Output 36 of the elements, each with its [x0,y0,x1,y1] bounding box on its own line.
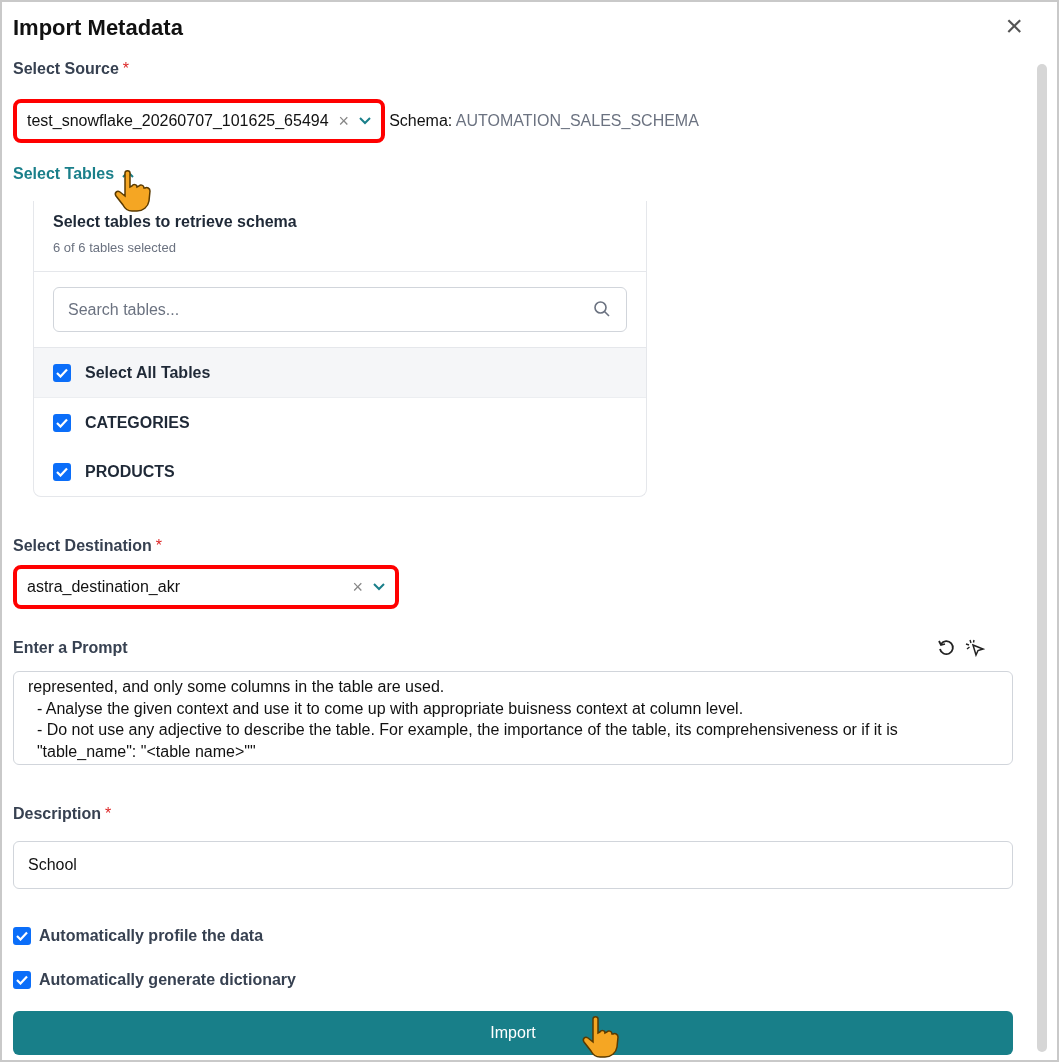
selection-count: 6 of 6 tables selected [53,240,177,255]
select-all-label[interactable]: Select All Tables [85,363,211,382]
destination-select[interactable]: astra_destination_akr × [13,565,399,609]
search-icon [593,300,611,318]
dialog-title: Import Metadata [13,15,183,41]
checkbox[interactable] [53,462,71,481]
chevron-down-icon[interactable] [359,117,372,125]
checkbox[interactable] [13,971,31,989]
schema-text: Schema: AUTOMATION_SALES_SCHEMA [389,112,699,130]
checkbox[interactable] [53,413,71,432]
panel-heading: Select tables to retrieve schema [53,213,298,231]
magic-cursor-icon[interactable] [965,639,985,657]
clear-icon[interactable]: × [338,110,350,132]
chevron-down-icon[interactable] [373,583,385,591]
source-label: Select Source * [13,60,131,78]
hand-cursor-icon [113,169,153,213]
description-label: Description * [13,805,113,823]
prompt-field[interactable]: represented, and only some columns in the table are used. - Analyse the given context and use it to come up with appropriate buisness context at column level. - Do not use any adjective to describe the table. For example, the importance of the table, its comprehensiveness or if it is "table_name": "<table name>"" [13,671,1013,765]
import-button[interactable]: Import [13,1011,1013,1055]
search-field[interactable]: Search tables... [53,287,627,332]
clear-icon[interactable]: × [352,576,363,598]
table-name[interactable]: CATEGORIES [85,413,190,432]
select-tables-toggle[interactable]: Select Tables [13,165,115,183]
source-select[interactable]: test_snowflake_20260707_101625_65494 × [13,99,386,143]
description-field[interactable]: School [13,841,1013,889]
option-label[interactable]: Automatically profile the data [39,927,264,945]
scrollbar[interactable] [1037,64,1047,1052]
table-name[interactable]: PRODUCTS [85,462,175,481]
close-button[interactable]: × [1005,14,1023,38]
destination-label: Select Destination * [13,537,163,555]
option-label[interactable]: Automatically generate dictionary [39,971,296,989]
prompt-label: Enter a Prompt [13,639,128,657]
hand-cursor-icon [581,1015,621,1059]
checkbox[interactable] [13,927,31,945]
checkbox[interactable] [53,363,71,382]
reset-icon[interactable] [937,639,955,657]
